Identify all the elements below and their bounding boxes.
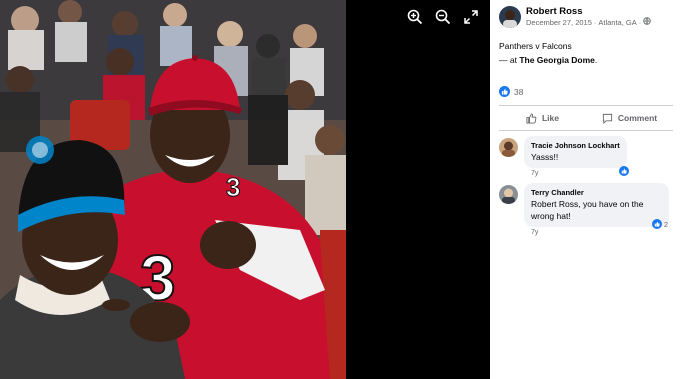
caption-period: .: [594, 55, 598, 65]
viewer-toolbar: [406, 8, 480, 26]
reaction-count[interactable]: 38: [514, 87, 523, 97]
commenter-name[interactable]: Terry Chandler: [531, 187, 662, 198]
post-location[interactable]: Atlanta, GA: [598, 17, 636, 28]
globe-icon: [643, 17, 651, 28]
post-date[interactable]: December 27, 2015: [526, 17, 592, 28]
comment-age[interactable]: 7y: [531, 170, 627, 177]
comment-bubble: Tracie Johnson Lockhart Yasss!!: [524, 136, 627, 168]
comment-button[interactable]: Comment: [586, 113, 673, 124]
meta-dot: ·: [638, 18, 642, 27]
comment-reaction-count: 2: [663, 219, 668, 229]
commenter-avatar[interactable]: [499, 138, 518, 157]
comment-item: Terry Chandler Robert Ross, you have on …: [499, 183, 673, 236]
author-avatar[interactable]: [499, 6, 521, 28]
reaction-summary[interactable]: 38: [499, 86, 673, 97]
photo-viewer: 3 3: [0, 0, 490, 379]
svg-text:3: 3: [226, 172, 240, 202]
caption-checkin: — at: [499, 55, 517, 65]
post-header: Robert Ross December 27, 2015 · Atlanta,…: [499, 6, 673, 28]
like-button[interactable]: Like: [499, 112, 586, 124]
like-reaction-icon: [499, 86, 510, 97]
author-name[interactable]: Robert Ross: [526, 6, 651, 17]
post-meta: December 27, 2015 · Atlanta, GA ·: [526, 17, 651, 28]
like-label: Like: [541, 113, 559, 123]
post-actions: Like Comment: [499, 106, 673, 130]
photo-post-window: 3 3 Robert Ross December 27, 2015 · Atla…: [0, 0, 680, 379]
comment-item: Tracie Johnson Lockhart Yasss!! 7y: [499, 136, 673, 177]
comment-text: Robert Ross, you have on the wrong hat!: [531, 199, 644, 221]
post-photo[interactable]: 3 3: [0, 0, 346, 379]
place-link[interactable]: The Georgia Dome: [519, 55, 595, 65]
comment-bubble: Terry Chandler Robert Ross, you have on …: [524, 183, 669, 227]
post-panel: Robert Ross December 27, 2015 · Atlanta,…: [490, 0, 680, 379]
like-reaction-icon: [618, 166, 629, 176]
thumbs-up-icon: [526, 112, 537, 124]
zoom-in-icon[interactable]: [406, 8, 424, 26]
caption-text: Panthers v Falcons: [499, 41, 572, 51]
meta-dot: ·: [593, 18, 597, 27]
comment-text: Yasss!!: [531, 152, 559, 162]
like-reaction-icon: [651, 219, 662, 229]
divider: [499, 130, 673, 131]
commenter-avatar[interactable]: [499, 185, 518, 204]
zoom-out-icon[interactable]: [434, 8, 452, 26]
comment-label: Comment: [617, 113, 658, 123]
post-caption: Panthers v Falcons — at The Georgia Dome…: [499, 39, 673, 67]
fullscreen-icon[interactable]: [462, 8, 480, 26]
comment-icon: [602, 113, 612, 124]
comment-reaction[interactable]: [618, 166, 629, 176]
comment-reaction[interactable]: 2: [651, 219, 668, 229]
comment-age[interactable]: 7y: [531, 229, 669, 236]
comment-list: Tracie Johnson Lockhart Yasss!! 7y Terry…: [499, 136, 673, 236]
commenter-name[interactable]: Tracie Johnson Lockhart: [531, 140, 620, 151]
